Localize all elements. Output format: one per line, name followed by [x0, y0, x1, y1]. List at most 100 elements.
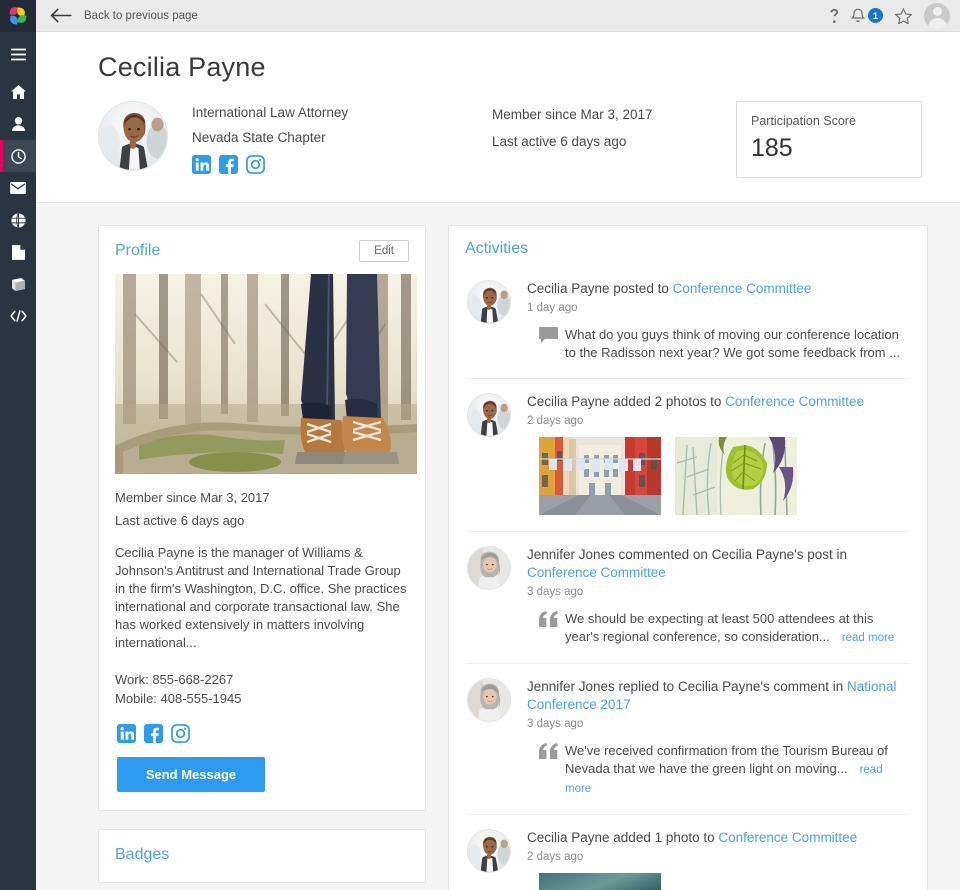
arrow-left-icon[interactable]: [50, 8, 72, 23]
activity-body: Cecilia Payne posted to Conference Commi…: [527, 280, 909, 362]
activity-item: Cecilia Payne added 1 photo to Conferenc…: [467, 815, 909, 890]
activity-body: Jennifer Jones commented on Cecilia Payn…: [527, 546, 909, 647]
top-bar: Back to previous page 1: [36, 0, 960, 32]
activity-quote-text: What do you guys think of moving our con…: [565, 327, 901, 360]
facebook-icon[interactable]: [219, 155, 238, 174]
activity-quote: We've received confirmation from the Tou…: [527, 742, 909, 798]
sidebar-item-documents[interactable]: [0, 236, 36, 268]
activity-timestamp: 1 day ago: [527, 302, 578, 314]
left-column: Profile Edit Member since Mar 3, 2017 La…: [98, 225, 426, 890]
activity-avatar: [467, 280, 511, 324]
badges-card: Badges: [98, 829, 426, 883]
activity-photo-thumbnail[interactable]: [675, 437, 797, 515]
right-column: Activities Cecilia Payne posted to Confe…: [448, 225, 928, 890]
sidebar-item-profile[interactable]: [0, 108, 36, 140]
read-more-link[interactable]: read more: [842, 632, 894, 644]
profile-header-meta: International Law Attorney Nevada State …: [192, 101, 492, 184]
instagram-icon[interactable]: [171, 724, 190, 743]
activity-avatar: [467, 393, 511, 437]
profile-social-links: [117, 724, 409, 743]
profile-cover-photo: [115, 274, 417, 474]
activity-group-link[interactable]: Conference Committee: [527, 565, 666, 580]
participation-score-card: Participation Score 185: [736, 101, 922, 178]
activity-headline: Jennifer Jones commented on Cecilia Payn…: [527, 546, 909, 582]
edit-profile-button[interactable]: Edit: [359, 240, 409, 262]
activity-photos: [527, 873, 909, 890]
star-icon[interactable]: [895, 7, 912, 24]
badges-card-header: Badges: [99, 830, 425, 882]
profile-card: Profile Edit Member since Mar 3, 2017 La…: [98, 225, 426, 811]
bell-icon[interactable]: [851, 8, 865, 24]
instagram-icon[interactable]: [246, 155, 265, 174]
activity-group-link[interactable]: Conference Committee: [673, 281, 812, 296]
read-more-link[interactable]: read more: [565, 764, 883, 795]
activities-card-title: Activities: [465, 240, 529, 257]
sidebar-item-home[interactable]: [0, 76, 36, 108]
activity-avatar: [467, 546, 511, 590]
notifications[interactable]: 1: [851, 8, 883, 24]
app-logo[interactable]: [0, 0, 36, 32]
last-active: Last active 6 days ago: [492, 134, 627, 149]
activities-list: Cecilia Payne posted to Conference Commi…: [449, 266, 927, 890]
hamburger-menu-icon[interactable]: [0, 38, 36, 70]
profile-avatar: [98, 101, 168, 171]
profile-header: Cecilia Payne International Law Attorney…: [36, 32, 960, 203]
activity-headline-text: Jennifer Jones commented on Cecilia Payn…: [527, 547, 847, 562]
participation-score-value: 185: [751, 134, 793, 162]
back-to-previous-page-link[interactable]: Back to previous page: [84, 10, 198, 22]
sidebar-item-developer[interactable]: [0, 300, 36, 332]
sidebar-item-activity[interactable]: [0, 140, 36, 172]
activity-group-link[interactable]: Conference Committee: [718, 830, 857, 845]
activities-card: Activities Cecilia Payne posted to Confe…: [448, 225, 928, 890]
profile-last-active: Last active 6 days ago: [115, 513, 245, 528]
profile-member-since: Member since Mar 3, 2017: [115, 490, 270, 505]
quote-icon: [539, 742, 565, 798]
facebook-icon[interactable]: [144, 724, 163, 743]
profile-card-title: Profile: [115, 242, 161, 259]
activity-photo-thumbnail[interactable]: [539, 437, 661, 515]
content-columns: Profile Edit Member since Mar 3, 2017 La…: [36, 203, 960, 890]
user-avatar[interactable]: [924, 2, 950, 29]
activity-timestamp: 3 days ago: [527, 586, 584, 598]
activity-timestamp: 2 days ago: [527, 851, 584, 863]
profile-bio: Cecilia Payne is the manager of Williams…: [115, 545, 407, 650]
page-title: Cecilia Payne: [98, 52, 266, 82]
activity-body: Cecilia Payne added 2 photos to Conferen…: [527, 393, 909, 515]
activity-headline: Cecilia Payne added 2 photos to Conferen…: [527, 393, 909, 411]
header-social-links: [192, 155, 492, 174]
activity-item: Jennifer Jones replied to Cecilia Payne'…: [467, 664, 909, 815]
activity-timestamp: 3 days ago: [527, 718, 584, 730]
sidebar-item-library[interactable]: [0, 268, 36, 300]
activity-headline-text: Cecilia Payne posted to: [527, 281, 673, 296]
activity-item: Cecilia Payne posted to Conference Commi…: [467, 266, 909, 379]
profile-card-body: Member since Mar 3, 2017 Last active 6 d…: [99, 274, 425, 810]
sidebar-item-messages[interactable]: [0, 172, 36, 204]
activity-headline-text: Cecilia Payne added 1 photo to: [527, 830, 719, 845]
linkedin-icon[interactable]: [117, 724, 136, 743]
activity-avatar: [467, 829, 511, 873]
activity-body: Cecilia Payne added 1 photo to Conferenc…: [527, 829, 909, 890]
activity-quote: We should be expecting at least 500 atte…: [527, 610, 909, 647]
profile-work-phone: Work: 855-668-2267: [115, 672, 234, 687]
quote-icon: [539, 610, 565, 647]
pinwheel-logo-icon: [9, 6, 27, 25]
activity-headline: Cecilia Payne posted to Conference Commi…: [527, 280, 909, 298]
activity-headline: Jennifer Jones replied to Cecilia Payne'…: [527, 678, 909, 714]
activity-group-link[interactable]: Conference Committee: [725, 394, 864, 409]
activity-photos: [527, 437, 909, 515]
question-mark-icon[interactable]: [830, 8, 839, 23]
activity-photo-thumbnail[interactable]: [539, 873, 661, 890]
activity-headline: Cecilia Payne added 1 photo to Conferenc…: [527, 829, 909, 847]
activity-quote: What do you guys think of moving our con…: [527, 326, 909, 362]
topbar-icons: 1: [830, 2, 950, 29]
linkedin-icon[interactable]: [192, 155, 211, 174]
sidebar-item-network[interactable]: [0, 204, 36, 236]
activity-headline-text: Cecilia Payne added 2 photos to: [527, 394, 726, 409]
notification-badge: 1: [868, 8, 883, 23]
activity-headline-text: Jennifer Jones replied to Cecilia Payne'…: [527, 679, 847, 694]
chapter: Nevada State Chapter: [192, 130, 326, 145]
activity-quote-text: We should be expecting at least 500 atte…: [565, 611, 895, 644]
send-message-button[interactable]: Send Message: [117, 757, 265, 792]
comment-icon: [539, 326, 565, 362]
activity-avatar: [467, 678, 511, 722]
